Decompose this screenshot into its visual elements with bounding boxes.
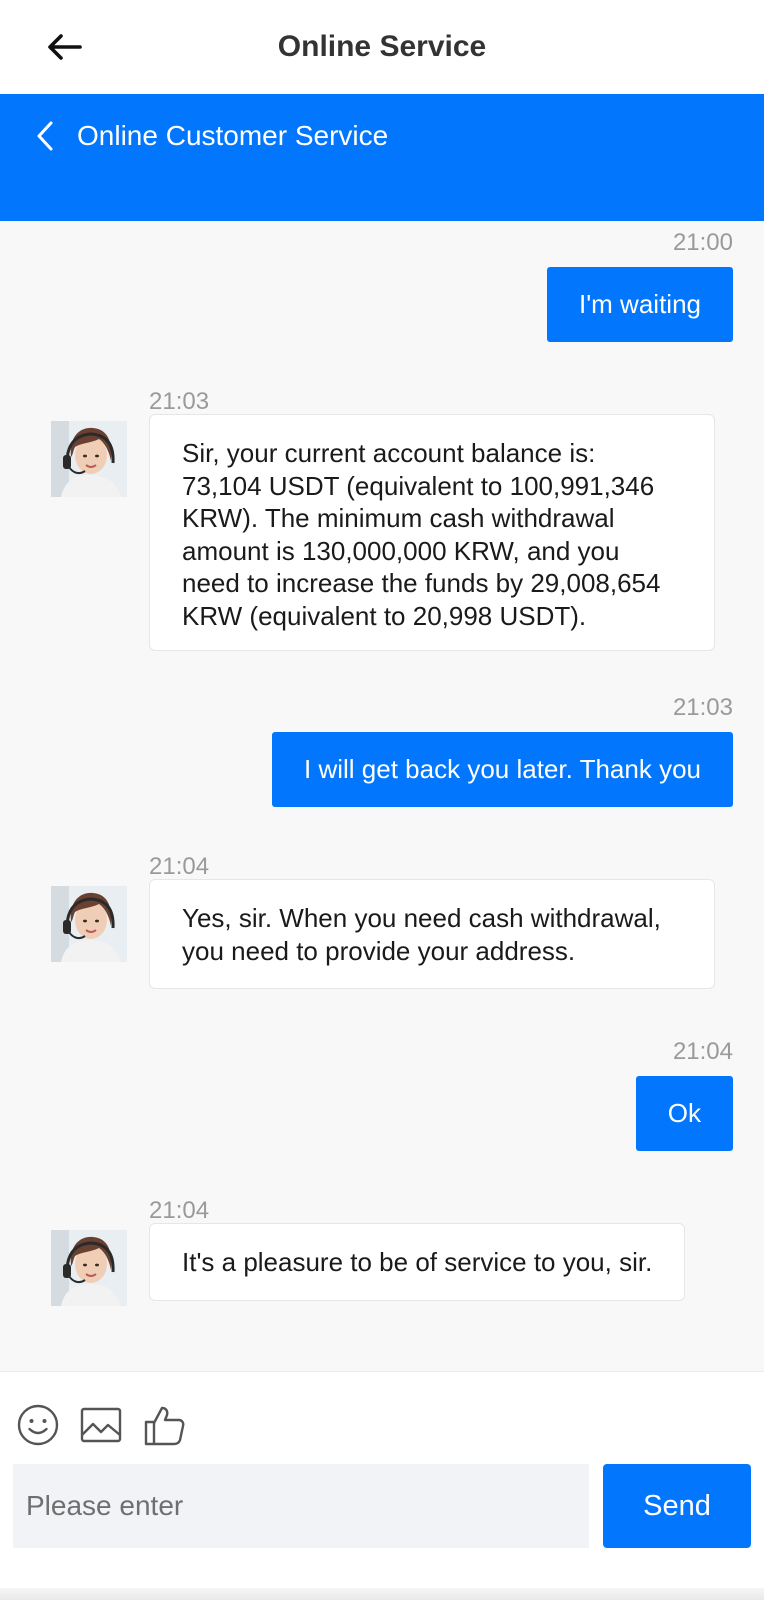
- message-timestamp: 21:04: [149, 853, 210, 880]
- arrow-left-icon: [48, 34, 82, 60]
- incoming-message: It's a pleasure to be of service to you,…: [149, 1223, 686, 1301]
- service-header: [0, 94, 764, 221]
- composer-panel: Send: [0, 1371, 764, 1600]
- agent-avatar: [51, 421, 127, 497]
- back-button[interactable]: [40, 26, 88, 68]
- emoji-button[interactable]: [15, 1402, 61, 1448]
- agent-avatar-image: [51, 1230, 127, 1306]
- image-icon: [80, 1407, 122, 1443]
- agent-avatar-image: [51, 886, 127, 962]
- like-button[interactable]: [142, 1402, 188, 1448]
- chevron-left-icon: [37, 121, 53, 151]
- agent-avatar: [51, 1230, 127, 1306]
- message-timestamp: 21:04: [672, 1038, 733, 1065]
- chat-area[interactable]: 21:00 I'm waiting 21:03 Sir, your curren…: [0, 221, 764, 1371]
- header-back-button[interactable]: [30, 118, 60, 154]
- message-input[interactable]: [13, 1464, 589, 1548]
- gesture-bar: [0, 1588, 764, 1600]
- message-timestamp: 21:03: [149, 388, 210, 415]
- send-button[interactable]: Send: [603, 1464, 751, 1548]
- page-title: Online Service: [277, 30, 487, 63]
- message-timestamp: 21:04: [149, 1197, 210, 1224]
- message-timestamp: 21:00: [672, 229, 733, 256]
- image-upload-button[interactable]: [78, 1402, 124, 1448]
- thumbs-up-icon: [144, 1406, 185, 1446]
- incoming-message: Yes, sir. When you need cash withdrawal,…: [149, 879, 715, 989]
- outgoing-message: I will get back you later. Thank you: [272, 732, 733, 807]
- outgoing-message: I'm waiting: [546, 267, 733, 342]
- header-title: Online Customer Service: [77, 120, 389, 151]
- incoming-message: Sir, your current account balance is: 73…: [149, 414, 715, 651]
- message-timestamp: 21:03: [672, 694, 733, 721]
- top-bar: Online Service: [0, 0, 764, 94]
- smiley-icon: [17, 1404, 59, 1446]
- agent-avatar-image: [51, 421, 127, 497]
- outgoing-message: Ok: [635, 1076, 733, 1151]
- agent-avatar: [51, 886, 127, 962]
